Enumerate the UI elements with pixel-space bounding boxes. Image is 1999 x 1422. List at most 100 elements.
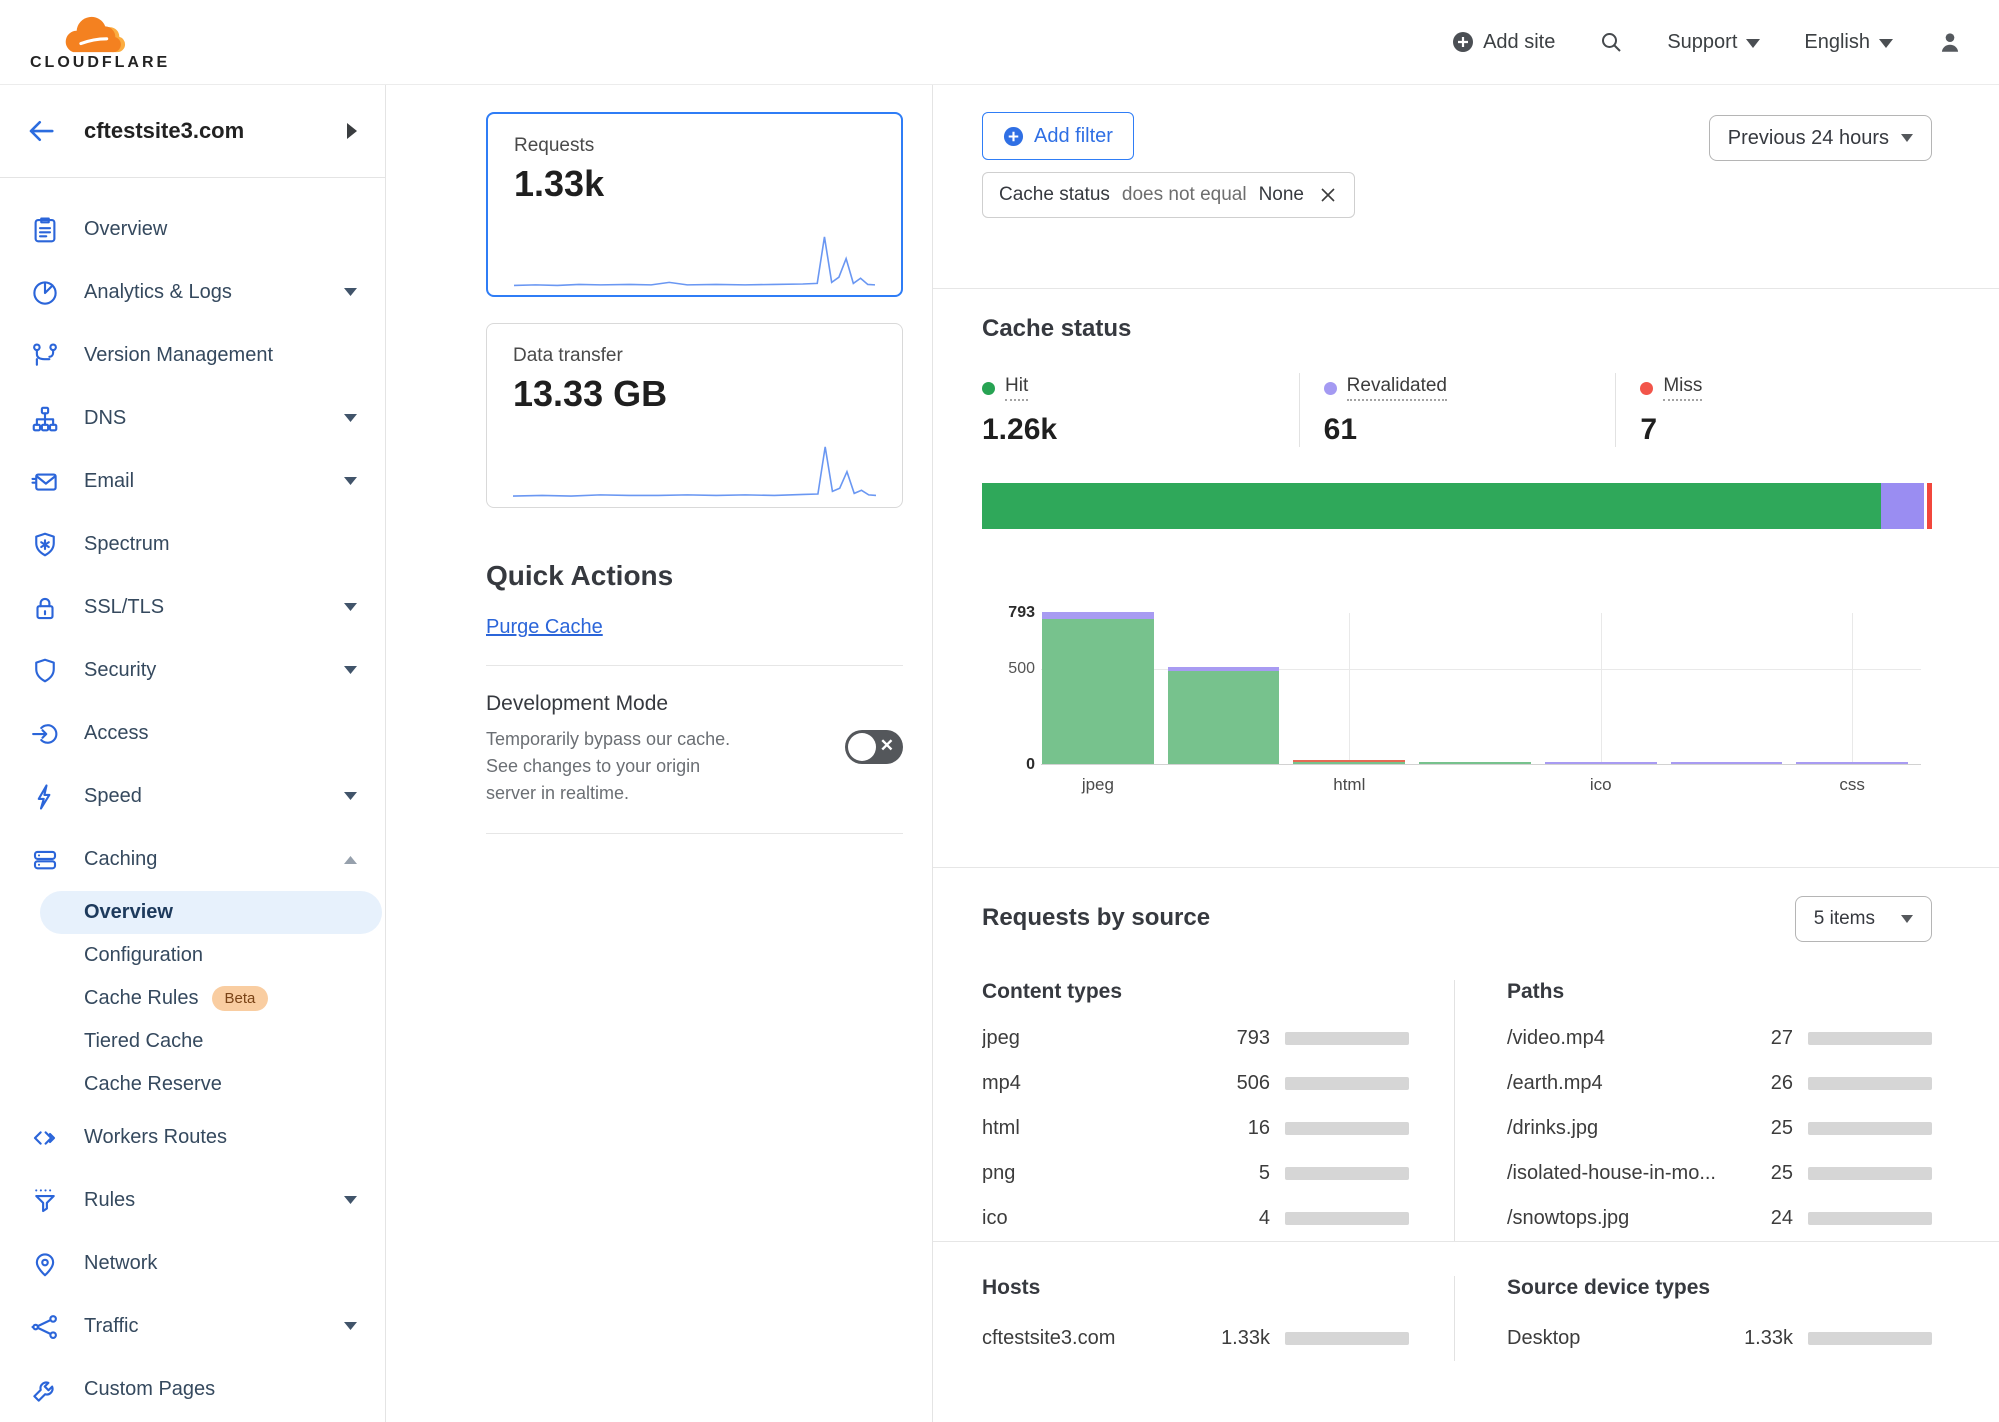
sidebar-item-overview[interactable]: Overview — [0, 198, 385, 261]
time-range-label: Previous 24 hours — [1728, 127, 1889, 150]
development-mode-toggle[interactable]: ✕ — [845, 730, 903, 764]
chevron-down-icon — [1901, 915, 1913, 923]
filter-chip[interactable]: Cache status does not equal None — [982, 172, 1355, 218]
source-row-label: /snowtops.jpg — [1507, 1207, 1721, 1230]
support-menu[interactable]: Support — [1667, 31, 1760, 54]
sidebar-item-label: Spectrum — [84, 533, 385, 556]
source-row-value: 24 — [1721, 1207, 1793, 1230]
sidebar-item-analytics-logs[interactable]: Analytics & Logs — [0, 261, 385, 324]
legend-label[interactable]: Miss — [1663, 375, 1702, 401]
summary-column: Requests 1.33k Data transfer 13.33 GB Qu… — [386, 85, 933, 1422]
sidebar-item-rules[interactable]: Rules — [0, 1169, 385, 1232]
bar-png — [1419, 762, 1531, 764]
data-transfer-card[interactable]: Data transfer 13.33 GB — [486, 323, 903, 508]
filter-operator: does not equal — [1122, 184, 1247, 206]
requests-card-value: 1.33k — [514, 163, 875, 205]
sidebar-subitem-overview[interactable]: Overview — [40, 891, 382, 934]
sidebar-subitem-label: Cache Rules — [84, 987, 199, 1010]
legend-dot-icon — [1640, 382, 1653, 395]
sidebar-item-speed[interactable]: Speed — [0, 765, 385, 828]
sidebar-item-caching[interactable]: Caching — [0, 828, 385, 891]
purge-cache-link[interactable]: Purge Cache — [486, 616, 603, 639]
wrench-icon — [30, 1375, 60, 1405]
legend-value: 7 — [1640, 413, 1932, 447]
legend-item-revalidated: Revalidated61 — [1299, 373, 1616, 447]
sidebar-item-label: Network — [84, 1252, 385, 1275]
ssl-icon — [30, 593, 60, 623]
caching-icon — [30, 845, 60, 875]
add-filter-button[interactable]: Add filter — [982, 112, 1134, 160]
source-row-bar — [1285, 1167, 1409, 1180]
sidebar-subitem-configuration[interactable]: Configuration — [0, 934, 385, 977]
add-site-button[interactable]: Add site — [1452, 31, 1555, 54]
sidebar-item-spectrum[interactable]: Spectrum — [0, 513, 385, 576]
sidebar-item-custom-pages[interactable]: Custom Pages — [0, 1358, 385, 1421]
filter-value: None — [1259, 184, 1304, 206]
sidebar-item-traffic[interactable]: Traffic — [0, 1295, 385, 1358]
requests-by-source-title: Requests by source — [982, 904, 1210, 932]
chevron-down-icon — [344, 1322, 357, 1331]
source-row-label: cftestsite3.com — [982, 1327, 1198, 1350]
x-axis-label: ico — [1541, 775, 1661, 795]
sidebar-subitem-label: Overview — [84, 901, 173, 924]
plus-circle-icon — [1452, 31, 1474, 53]
cloudflare-logo[interactable]: CLOUDFLARE — [30, 12, 170, 72]
source-row-jpeg: jpeg793 — [982, 1016, 1409, 1061]
data-transfer-card-title: Data transfer — [513, 345, 876, 367]
remove-filter-icon[interactable] — [1318, 185, 1338, 205]
network-icon — [30, 1249, 60, 1279]
legend-value: 1.26k — [982, 413, 1299, 447]
sidebar-item-ssl-tls[interactable]: SSL/TLS — [0, 576, 385, 639]
source-row-value: 25 — [1721, 1117, 1793, 1140]
time-range-selector[interactable]: Previous 24 hours — [1709, 115, 1932, 161]
legend-label[interactable]: Revalidated — [1347, 375, 1447, 401]
bar-segment-revalidated — [1042, 612, 1154, 619]
add-filter-label: Add filter — [1034, 125, 1113, 148]
source-row-isolated-house-in-mo: /isolated-house-in-mo...25 — [1507, 1151, 1932, 1196]
sidebar-item-email[interactable]: Email — [0, 450, 385, 513]
sidebar-item-version-management[interactable]: Version Management — [0, 324, 385, 387]
legend-dot-icon — [982, 382, 995, 395]
site-name[interactable]: cftestsite3.com — [84, 118, 347, 144]
sidebar-item-label: Version Management — [84, 344, 385, 367]
content-types-column: Content typesjpeg793mp4506html16png5ico4 — [982, 980, 1454, 1241]
legend-label[interactable]: Hit — [1005, 375, 1028, 401]
bar-html — [1293, 760, 1405, 764]
sidebar-item-workers-routes[interactable]: Workers Routes — [0, 1106, 385, 1169]
sidebar-item-dns[interactable]: DNS — [0, 387, 385, 450]
items-count-selector[interactable]: 5 items — [1795, 896, 1932, 942]
sidebar-subitem-label: Configuration — [84, 944, 203, 967]
bar-segment-revalidated — [1796, 762, 1908, 764]
sidebar-item-label: Custom Pages — [84, 1378, 385, 1401]
source-row-cftestsite3-com: cftestsite3.com1.33k — [982, 1316, 1409, 1361]
sidebar-item-label: Rules — [84, 1189, 344, 1212]
sidebar-item-network[interactable]: Network — [0, 1232, 385, 1295]
analytics-panel: Add filter Cache status does not equal N… — [933, 85, 1999, 1422]
search-button[interactable] — [1599, 30, 1623, 54]
sidebar-subitem-cache-reserve[interactable]: Cache Reserve — [0, 1063, 385, 1106]
development-mode-description: Temporarily bypass our cache. See change… — [486, 726, 736, 807]
bar-segment-hit — [1168, 671, 1280, 764]
account-button[interactable] — [1937, 29, 1963, 55]
source-row-ico: ico4 — [982, 1196, 1409, 1241]
source-row-value: 506 — [1198, 1072, 1270, 1095]
requests-card[interactable]: Requests 1.33k — [486, 112, 903, 297]
sidebar-item-security[interactable]: Security — [0, 639, 385, 702]
divider — [486, 833, 903, 834]
sidebar-subitem-cache-rules[interactable]: Cache RulesBeta — [0, 977, 385, 1020]
sidebar-item-label: Email — [84, 470, 344, 493]
site-switcher-chevron-icon[interactable] — [347, 123, 357, 139]
sidebar-subitem-tiered-cache[interactable]: Tiered Cache — [0, 1020, 385, 1063]
back-arrow-icon[interactable] — [26, 116, 56, 146]
bar-segment-hit — [1293, 762, 1405, 764]
development-mode-title: Development Mode — [486, 692, 903, 716]
source-row-label: html — [982, 1117, 1198, 1140]
bar-chart-plot-area: 0500793jpeghtmlicocss — [1041, 613, 1921, 765]
language-menu[interactable]: English — [1804, 31, 1893, 54]
sidebar-item-access[interactable]: Access — [0, 702, 385, 765]
traffic-icon — [30, 1312, 60, 1342]
source-row-label: mp4 — [982, 1072, 1198, 1095]
overview-icon — [30, 215, 60, 245]
source-section-title: Hosts — [982, 1276, 1409, 1300]
chevron-down-icon — [344, 477, 357, 486]
